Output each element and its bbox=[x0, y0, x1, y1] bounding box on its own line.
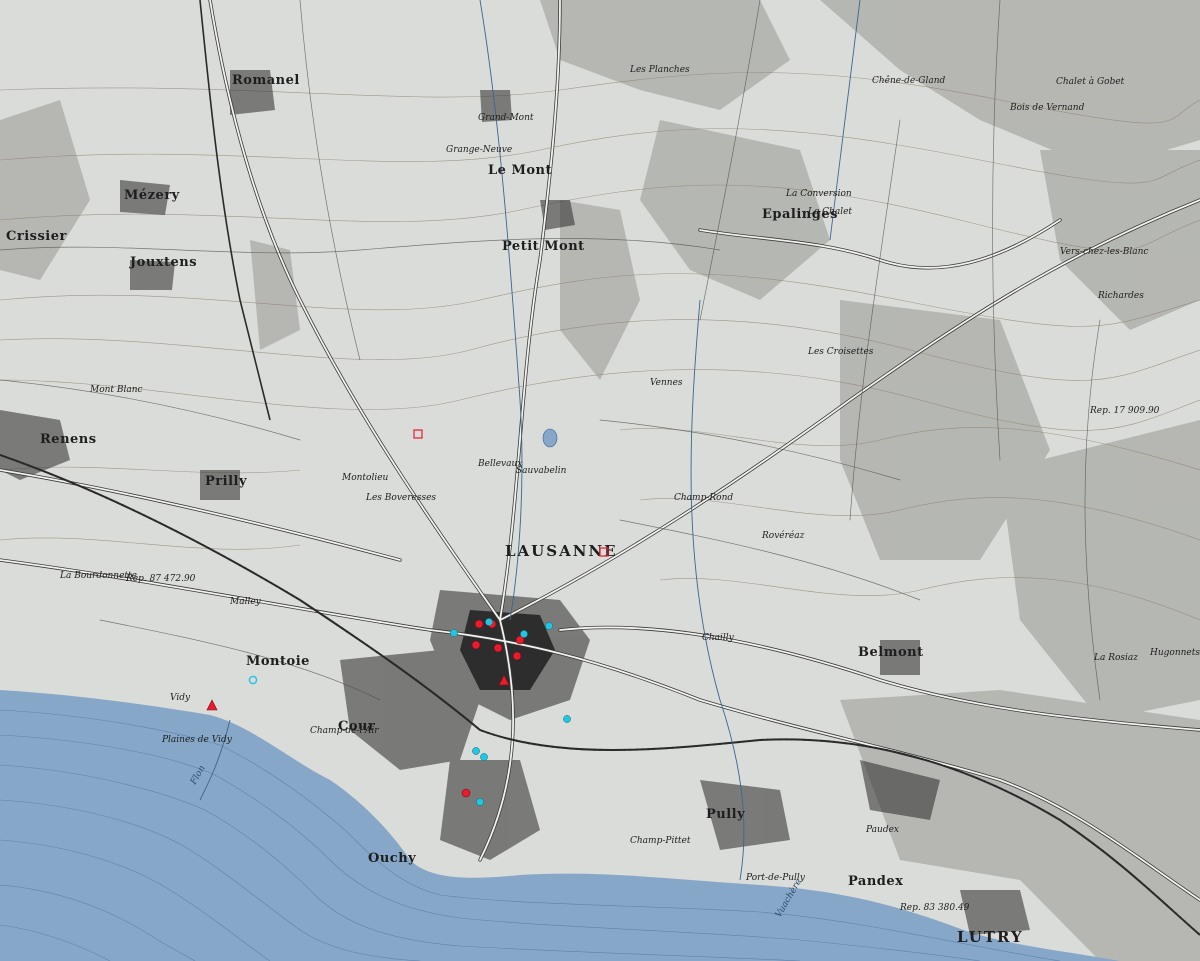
sauvabelin-pond bbox=[542, 428, 558, 448]
cyan-marker-c5[interactable] bbox=[472, 747, 480, 755]
cyan-marker-c6[interactable] bbox=[476, 798, 484, 806]
label-locality-richardes: Richardes bbox=[1097, 291, 1144, 301]
label-locality-rov-r-az: Rovéréaz bbox=[761, 530, 805, 541]
label-town-montoie: Montoie bbox=[246, 654, 310, 669]
label-locality-rep-17-909-90: Rep. 17 909.90 bbox=[1089, 406, 1160, 416]
label-locality-rep-83-380-49: Rep. 83 380.49 bbox=[899, 903, 970, 913]
red-marker-r2[interactable] bbox=[471, 640, 481, 650]
label-city-lausanne: LAUSANNE bbox=[505, 542, 618, 560]
red-marker-r7[interactable] bbox=[461, 788, 471, 798]
cyan-marker-c3[interactable] bbox=[545, 622, 553, 630]
label-locality-hugonnets: Hugonnets bbox=[1149, 648, 1200, 658]
label-city-lutry: LUTRY bbox=[957, 928, 1024, 946]
label-locality-malley: Malley bbox=[229, 597, 262, 607]
label-town-crissier: Crissier bbox=[6, 229, 67, 244]
red-marker-r4[interactable] bbox=[512, 651, 522, 661]
cyan-marker-c7[interactable] bbox=[480, 753, 488, 761]
label-town-m-zery: Mézery bbox=[124, 188, 180, 203]
label-locality-chalet-gobet: Chalet à Gobet bbox=[1056, 76, 1125, 87]
label-town-pandex: Pandex bbox=[848, 874, 903, 889]
label-locality-les-boveresses: Les Boveresses bbox=[365, 493, 436, 503]
label-locality-le-chalet: Le Chalet bbox=[807, 207, 852, 217]
label-locality-vidy: Vidy bbox=[170, 693, 191, 703]
label-town-pully: Pully bbox=[706, 807, 745, 822]
label-town-ouchy: Ouchy bbox=[368, 851, 416, 866]
label-locality-ch-ne-de-gland: Chêne-de-Gland bbox=[872, 75, 946, 86]
label-locality-grand-mont: Grand-Mont bbox=[478, 113, 534, 123]
label-locality-chailly: Chailly bbox=[702, 633, 735, 643]
label-locality-les-croisettes: Les Croisettes bbox=[807, 347, 874, 357]
cyan-marker-c4[interactable] bbox=[563, 715, 571, 723]
label-town-prilly: Prilly bbox=[205, 474, 247, 489]
topographic-map[interactable]: LAUSANNE LUTRY Romanel Jouxtens Renens Prilly… bbox=[0, 0, 1200, 961]
label-locality-la-conversion: La Conversion bbox=[785, 189, 852, 199]
label-locality-les-planches: Les Planches bbox=[629, 65, 690, 75]
cyan-marker-c9[interactable] bbox=[520, 630, 528, 638]
label-locality-mont-blanc: Mont Blanc bbox=[89, 385, 143, 395]
red-marker-r1[interactable] bbox=[474, 619, 484, 629]
label-locality-montolieu: Montolieu bbox=[341, 473, 389, 483]
cyan-marker-c1[interactable] bbox=[485, 618, 493, 626]
label-locality-plaines-de-vidy: Plaines de Vidy bbox=[161, 735, 233, 745]
label-locality-la-rosiaz: La Rosiaz bbox=[1093, 653, 1138, 663]
label-locality-paudex: Paudex bbox=[865, 825, 899, 835]
label-locality-grange-neuve: Grange-Neuve bbox=[446, 145, 512, 155]
map-canvas[interactable]: LAUSANNE LUTRY Romanel Jouxtens Renens Prilly… bbox=[0, 0, 1200, 961]
label-locality-rep-87-472-90: Rep. 87 472.90 bbox=[125, 574, 196, 584]
label-locality-champ-de-l-air: Champ-de-l'Air bbox=[310, 726, 379, 736]
label-town-belmont: Belmont bbox=[858, 645, 924, 660]
label-town-renens: Renens bbox=[40, 432, 97, 447]
label-town-romanel: Romanel bbox=[232, 73, 300, 88]
red-marker-r9[interactable] bbox=[493, 643, 503, 653]
label-town-petit-mont: Petit Mont bbox=[502, 239, 585, 254]
label-locality-vennes: Vennes bbox=[650, 378, 683, 388]
label-locality-vers-chez-les-blanc: Vers-chez-les-Blanc bbox=[1060, 247, 1148, 257]
label-locality-champ-rond: Champ-Rond bbox=[674, 493, 733, 503]
label-town-le-mont: Le Mont bbox=[488, 163, 552, 178]
label-locality-champ-pittet: Champ-Pittet bbox=[630, 836, 691, 846]
cyan-marker-c2[interactable] bbox=[450, 629, 458, 637]
label-locality-sauvabelin: Sauvabelin bbox=[516, 466, 567, 476]
label-town-jouxtens: Jouxtens bbox=[129, 255, 197, 270]
label-locality-bois-de-vernand: Bois de Vernand bbox=[1009, 103, 1085, 113]
